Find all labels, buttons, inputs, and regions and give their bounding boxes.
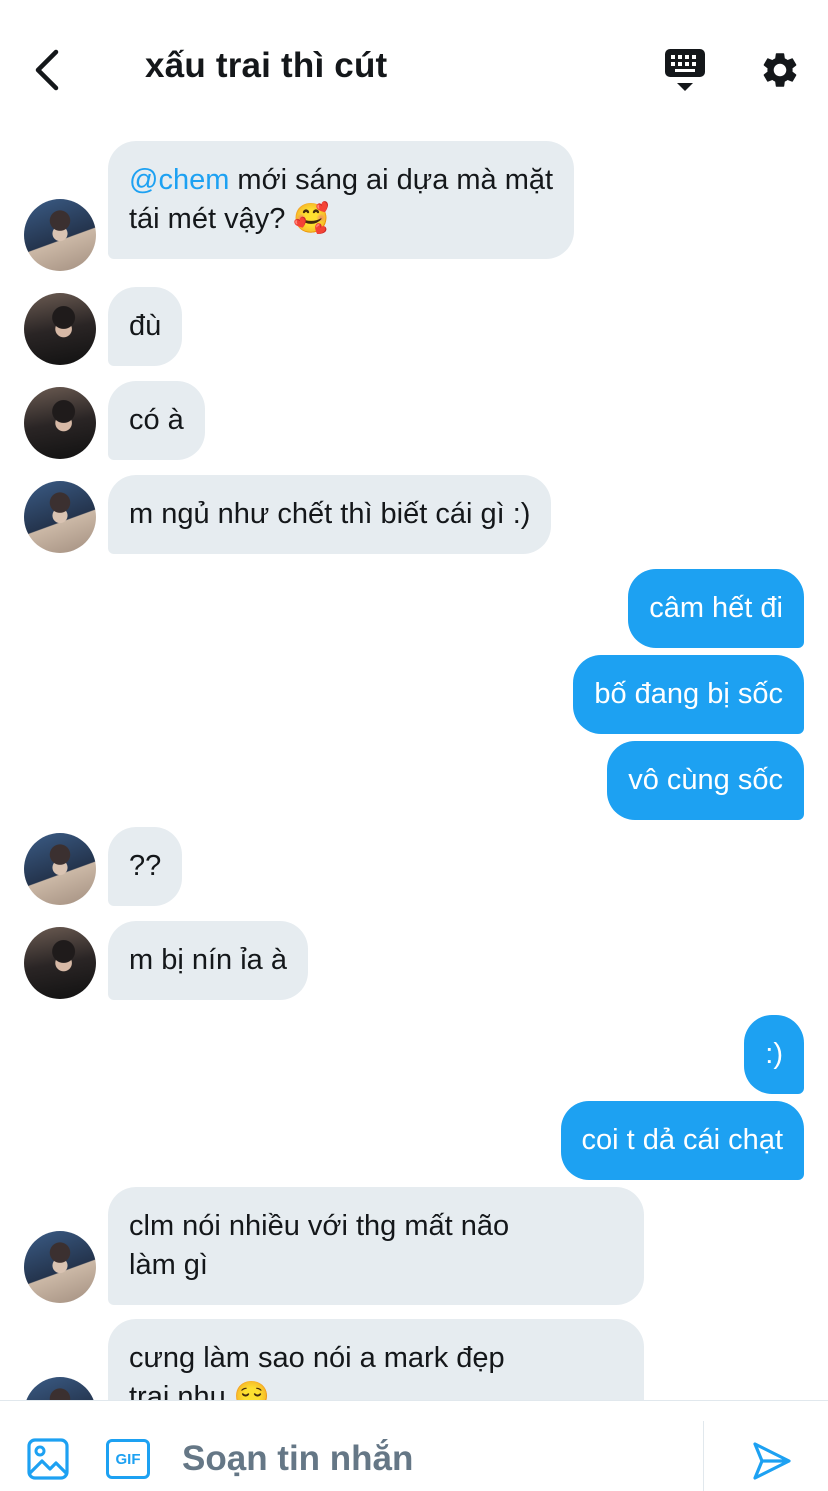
message-text: :) bbox=[765, 1038, 783, 1070]
message-text: coi t dả cái chạt bbox=[581, 1124, 784, 1156]
message-bubble-incoming[interactable]: có à bbox=[108, 381, 205, 460]
avatar[interactable] bbox=[24, 927, 96, 999]
message-text: đù bbox=[129, 310, 162, 342]
message-list[interactable]: @chem mới sáng ai dựa mà mặt tái mét vậy… bbox=[0, 135, 828, 1400]
message-bubble-incoming[interactable]: @chem mới sáng ai dựa mà mặt tái mét vậy… bbox=[108, 141, 575, 259]
message-bubble-incoming[interactable]: cưng làm sao nói a mark đẹp trai nhu 😌 bbox=[108, 1319, 644, 1400]
gif-button[interactable]: GIF bbox=[106, 1439, 150, 1479]
image-icon bbox=[27, 1438, 69, 1480]
message-text: cưng làm sao nói a mark đẹp bbox=[129, 1342, 505, 1374]
keyboard-button[interactable] bbox=[660, 46, 710, 94]
message-text: có à bbox=[129, 404, 184, 436]
avatar[interactable] bbox=[24, 1231, 96, 1303]
message-bubble-outgoing[interactable]: :) bbox=[744, 1015, 804, 1094]
message-text: bố đang bị sốc bbox=[594, 678, 783, 710]
avatar[interactable] bbox=[24, 833, 96, 905]
message-bubble-outgoing[interactable]: coi t dả cái chạt bbox=[560, 1101, 804, 1180]
message-text: vô cùng sốc bbox=[628, 764, 783, 796]
message-bubble-incoming[interactable]: m ngủ như chết thì biết cái gì :) bbox=[108, 475, 552, 554]
message-text: tái mét vậy? 🥰 bbox=[129, 203, 330, 235]
message-text: ?? bbox=[129, 850, 162, 882]
message-bubble-incoming[interactable]: đù bbox=[108, 287, 183, 366]
message-line: làm gì bbox=[129, 1246, 623, 1285]
message-bubble-outgoing[interactable]: bố đang bị sốc bbox=[573, 655, 804, 734]
message-line: tái mét vậy? 🥰 bbox=[129, 200, 553, 239]
message-bubble-incoming[interactable]: m bị nín ỉa à bbox=[108, 921, 308, 1000]
message-text: clm nói nhiều với thg mất não bbox=[129, 1210, 510, 1242]
compose-message-input[interactable] bbox=[182, 1435, 682, 1483]
avatar[interactable] bbox=[24, 293, 96, 365]
avatar[interactable] bbox=[24, 1377, 96, 1400]
avatar[interactable] bbox=[24, 481, 96, 553]
send-icon bbox=[753, 1442, 791, 1480]
message-bubble-incoming[interactable]: ?? bbox=[108, 827, 183, 906]
message-text: trai nhu 😌 bbox=[129, 1381, 270, 1400]
settings-button[interactable] bbox=[754, 44, 806, 96]
message-bubble-outgoing[interactable]: câm hết đi bbox=[628, 569, 804, 648]
message-text: mới sáng ai dựa mà mặt bbox=[229, 164, 554, 196]
media-button[interactable] bbox=[26, 1437, 70, 1481]
message-text: câm hết đi bbox=[649, 592, 783, 624]
message-line: cưng làm sao nói a mark đẹp bbox=[129, 1339, 623, 1378]
keyboard-icon bbox=[665, 49, 705, 91]
message-line: trai nhu 😌 bbox=[129, 1378, 623, 1400]
message-text: m ngủ như chết thì biết cái gì :) bbox=[129, 498, 531, 530]
message-text: m bị nín ỉa à bbox=[129, 944, 287, 976]
message-line: clm nói nhiều với thg mất não bbox=[129, 1207, 623, 1246]
avatar[interactable] bbox=[24, 199, 96, 271]
back-button[interactable] bbox=[22, 40, 72, 100]
chevron-left-icon bbox=[35, 49, 59, 91]
message-line: @chem mới sáng ai dựa mà mặt bbox=[129, 161, 553, 200]
message-composer: GIF bbox=[0, 1400, 828, 1491]
gif-label: GIF bbox=[115, 1450, 141, 1468]
mention-link[interactable]: @chem bbox=[129, 164, 229, 196]
message-bubble-incoming[interactable]: clm nói nhiều với thg mất não làm gì bbox=[108, 1187, 644, 1305]
send-button[interactable] bbox=[748, 1437, 796, 1485]
message-bubble-outgoing[interactable]: vô cùng sốc bbox=[607, 741, 804, 820]
composer-divider bbox=[703, 1421, 704, 1491]
avatar[interactable] bbox=[24, 387, 96, 459]
gear-icon bbox=[763, 53, 797, 87]
conversation-header: xấu trai thì cút bbox=[0, 0, 828, 135]
conversation-title: xấu trai thì cút bbox=[145, 46, 388, 85]
message-text: làm gì bbox=[129, 1249, 208, 1281]
